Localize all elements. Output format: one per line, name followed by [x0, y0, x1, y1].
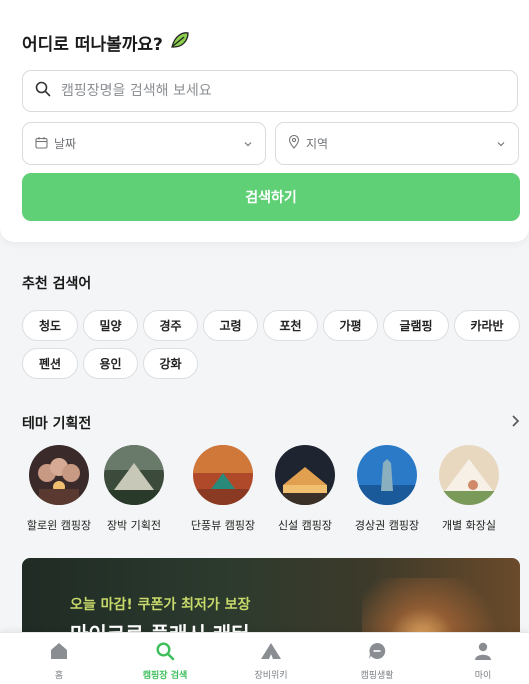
page-title-text: 어디로 떠나볼까요?	[22, 34, 163, 55]
tent-icon	[260, 641, 282, 664]
keyword-chip[interactable]: 고령	[203, 310, 258, 341]
chevron-down-icon	[496, 137, 506, 151]
nav-camp-search-label: 캠핑장 검색	[142, 671, 188, 681]
keyword-chip[interactable]: 글램핑	[383, 310, 449, 341]
theme-thumbnail	[439, 445, 499, 505]
search-input[interactable]	[59, 82, 483, 100]
keyword-chip[interactable]: 용인	[83, 348, 138, 379]
nav-home[interactable]: 홈	[14, 641, 104, 681]
chat-icon	[367, 641, 387, 664]
nav-camp-search[interactable]: 캠핑장 검색	[120, 641, 210, 681]
search-panel: 어디로 떠나볼까요? 날짜	[0, 0, 529, 242]
theme-thumbnail	[275, 445, 335, 505]
search-icon	[35, 81, 51, 101]
bottom-navigation: 홈 캠핑장 검색 장비위키 캠핑생활 마이	[0, 632, 529, 684]
keyword-chip[interactable]: 가평	[323, 310, 378, 341]
theme-item-label: 단풍뷰 캠핑장	[190, 519, 256, 532]
home-icon	[49, 641, 69, 664]
theme-item-halloween[interactable]: 할로윈 캠핑장	[18, 445, 100, 533]
keyword-chip[interactable]: 포천	[263, 310, 318, 341]
banner-subtitle: 오늘 마감! 쿠폰가 최저가 보장	[70, 597, 251, 613]
date-select-label: 날짜	[54, 137, 77, 151]
theme-item-label: 경상권 캠핑장	[354, 519, 420, 532]
keyword-chip[interactable]: 청도	[22, 310, 78, 341]
nav-my-label: 마이	[474, 671, 492, 681]
recommended-title: 추천 검색어	[22, 276, 92, 292]
nav-camping-life[interactable]: 캠핑생활	[332, 641, 422, 681]
nav-gear-wiki-label: 장비위키	[254, 671, 288, 681]
search-button[interactable]: 검색하기	[22, 173, 520, 221]
theme-item-label: 개별 화장실	[441, 519, 497, 532]
nav-my[interactable]: 마이	[438, 641, 528, 681]
keyword-chip[interactable]: 경주	[143, 310, 198, 341]
theme-item-label: 신설 캠핑장	[277, 519, 333, 532]
chevron-down-icon	[243, 137, 253, 151]
theme-item-new[interactable]: 신설 캠핑장	[264, 445, 346, 533]
date-select[interactable]: 날짜	[22, 122, 266, 165]
nav-gear-wiki[interactable]: 장비위키	[226, 641, 316, 681]
user-icon	[473, 641, 493, 664]
theme-thumbnail	[357, 445, 417, 505]
theme-item-autumn[interactable]: 단풍뷰 캠핑장	[182, 445, 264, 533]
chevron-right-icon[interactable]	[510, 413, 520, 432]
theme-item-label: 할로윈 캠핑장	[26, 519, 92, 532]
page-title: 어디로 떠나볼까요?	[22, 29, 191, 56]
region-select[interactable]: 지역	[275, 122, 519, 165]
region-select-label: 지역	[306, 137, 329, 151]
theme-item-long-stay[interactable]: 장박 기획전	[93, 445, 175, 533]
leaf-icon	[169, 29, 191, 56]
theme-item-label: 장박 기획전	[106, 519, 162, 532]
nav-home-label: 홈	[54, 671, 64, 681]
keyword-chip[interactable]: 펜션	[22, 348, 78, 379]
nav-camping-life-label: 캠핑생활	[360, 671, 394, 681]
search-icon	[155, 641, 175, 664]
theme-item-gyeongsang[interactable]: 경상권 캠핑장	[346, 445, 428, 533]
calendar-icon	[35, 136, 48, 152]
theme-title: 테마 기획전	[22, 416, 92, 432]
theme-item-private-toilet[interactable]: 개별 화장실	[428, 445, 510, 533]
search-field[interactable]	[22, 70, 518, 112]
keyword-chip[interactable]: 카라반	[454, 310, 520, 341]
theme-thumbnail	[29, 445, 89, 505]
location-pin-icon	[288, 134, 300, 152]
theme-thumbnail	[104, 445, 164, 505]
keyword-chip[interactable]: 강화	[143, 348, 198, 379]
keyword-chip[interactable]: 밀양	[83, 310, 138, 341]
theme-thumbnail	[193, 445, 253, 505]
